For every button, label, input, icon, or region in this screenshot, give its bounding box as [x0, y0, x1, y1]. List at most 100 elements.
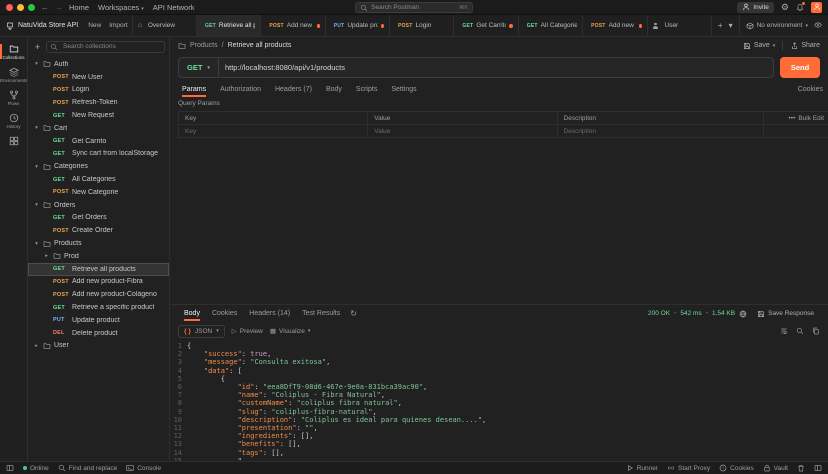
- menu-api-network[interactable]: API Network: [153, 3, 195, 12]
- add-collection-button[interactable]: +: [32, 42, 43, 52]
- param-key-input[interactable]: Key: [179, 125, 369, 137]
- tab-options-chevron-icon[interactable]: ▾: [729, 21, 733, 30]
- wrap-text-icon[interactable]: [780, 322, 788, 340]
- share-button[interactable]: Share: [790, 42, 820, 50]
- online-status[interactable]: Online: [23, 465, 49, 472]
- tree-item[interactable]: DEL Delete product: [28, 327, 169, 340]
- param-value-input[interactable]: Value: [368, 125, 558, 137]
- tree-item[interactable]: User: [28, 340, 169, 353]
- url-input[interactable]: [218, 63, 773, 72]
- collections-search-input[interactable]: [61, 42, 161, 51]
- request-config-tab[interactable]: Settings: [384, 83, 423, 96]
- global-search-input[interactable]: Search Postman ⌘K: [355, 2, 473, 13]
- tree-item[interactable]: Categories: [28, 160, 169, 173]
- vault-button[interactable]: Vault: [763, 464, 788, 472]
- expand-collapse-icon[interactable]: [33, 241, 40, 247]
- expand-collapse-icon[interactable]: [33, 202, 40, 208]
- close-window-button[interactable]: [6, 3, 13, 11]
- response-tab[interactable]: Test Results: [296, 307, 346, 320]
- tree-item[interactable]: Orders: [28, 199, 169, 212]
- rail-item-flows[interactable]: Flows: [0, 86, 27, 109]
- tree-item[interactable]: Auth: [28, 58, 169, 71]
- expand-collapse-icon[interactable]: [43, 253, 50, 259]
- request-tab[interactable]: POST Add new produ: [583, 15, 648, 36]
- invite-button[interactable]: Invite: [737, 1, 774, 13]
- response-format-dropdown[interactable]: { } JSON ▾: [178, 324, 225, 338]
- visualize-button[interactable]: ▦ Visualize ▾: [270, 327, 311, 336]
- copy-body-icon[interactable]: [812, 322, 820, 340]
- tree-item[interactable]: POST New Categorie: [28, 186, 169, 199]
- preview-button[interactable]: ▷ Preview: [232, 327, 263, 336]
- bulk-edit-button[interactable]: ••• Bulk Edit: [764, 112, 828, 124]
- tree-item[interactable]: Prod: [28, 250, 169, 263]
- tree-item[interactable]: GET New Request: [28, 109, 169, 122]
- response-body-code[interactable]: 1{2 "success": true, 3 "message": "Consul…: [170, 340, 828, 461]
- request-tab[interactable]: GET Get Carrito: [454, 15, 519, 36]
- request-config-tab[interactable]: Params: [175, 83, 213, 97]
- tree-item[interactable]: Products: [28, 237, 169, 250]
- notifications-bell-icon[interactable]: [796, 2, 805, 11]
- tree-item[interactable]: Cart: [28, 122, 169, 135]
- response-tab[interactable]: Body: [178, 307, 206, 321]
- tree-item[interactable]: GET Get Carrito: [28, 135, 169, 148]
- workspace-switcher[interactable]: NatuVida Store API: [0, 15, 84, 36]
- rail-item-environments[interactable]: Environments: [0, 63, 27, 86]
- back-icon[interactable]: ←: [41, 3, 49, 12]
- save-response-button[interactable]: Save Response: [751, 309, 820, 319]
- console-button[interactable]: Console: [126, 464, 161, 472]
- request-config-tab[interactable]: Headers (7): [268, 83, 319, 96]
- tree-item[interactable]: GET Sync cart from localStorage: [28, 148, 169, 161]
- params-response-splitter[interactable]: [170, 138, 828, 304]
- request-config-tab[interactable]: Body: [319, 83, 349, 96]
- search-in-body-icon[interactable]: [796, 322, 804, 340]
- request-tab[interactable]: POST Login: [390, 15, 455, 36]
- rail-item-collections[interactable]: Collections: [0, 40, 27, 63]
- response-tab[interactable]: Headers (14): [243, 307, 296, 320]
- request-tab[interactable]: Overview: [133, 15, 197, 36]
- expand-collapse-icon[interactable]: [33, 125, 40, 131]
- expand-collapse-icon[interactable]: [33, 61, 40, 67]
- request-tab[interactable]: GET Retrieve all produ: [196, 15, 262, 36]
- tree-item[interactable]: POST Add new product-Fibra: [28, 276, 169, 289]
- cookies-link[interactable]: Cookies: [798, 86, 823, 93]
- method-select[interactable]: GET ▾: [179, 58, 219, 77]
- tree-item[interactable]: GET Retrieve a specific product: [28, 301, 169, 314]
- import-button[interactable]: Import: [105, 15, 131, 36]
- send-button[interactable]: Send: [780, 57, 820, 78]
- menu-home[interactable]: Home: [69, 3, 89, 12]
- response-tab[interactable]: Cookies: [206, 307, 243, 320]
- request-tab[interactable]: PUT Update produc: [326, 15, 391, 36]
- tree-item[interactable]: POST Add new product-Colágeno: [28, 288, 169, 301]
- runner-button[interactable]: Runner: [626, 464, 658, 472]
- request-config-tab[interactable]: Scripts: [349, 83, 384, 96]
- save-button[interactable]: Save ▾: [743, 42, 775, 50]
- minimize-window-button[interactable]: [17, 3, 24, 11]
- breadcrumb-collection[interactable]: Products: [190, 42, 218, 49]
- menu-workspaces[interactable]: Workspaces ▾: [98, 3, 144, 12]
- maximize-window-button[interactable]: [28, 3, 35, 11]
- request-tab[interactable]: GET All Categories: [519, 15, 584, 36]
- environment-quick-look-icon[interactable]: [814, 17, 822, 35]
- request-tab[interactable]: User: [648, 15, 712, 36]
- start-proxy-button[interactable]: Start Proxy: [667, 464, 710, 472]
- request-config-tab[interactable]: Authorization: [213, 83, 268, 96]
- refresh-response-icon[interactable]: ↻: [350, 309, 357, 318]
- environment-selector[interactable]: No environment ▾: [738, 15, 808, 36]
- tree-item[interactable]: GET Get Orders: [28, 212, 169, 225]
- two-pane-layout-icon[interactable]: [814, 464, 822, 472]
- tree-item[interactable]: POST New User: [28, 71, 169, 84]
- expand-collapse-icon[interactable]: [33, 343, 40, 349]
- sidebar-toggle-icon[interactable]: [6, 464, 14, 472]
- request-tab[interactable]: POST Add new produc: [261, 15, 326, 36]
- forward-icon[interactable]: →: [55, 3, 63, 12]
- tree-item[interactable]: GET All Categories: [28, 173, 169, 186]
- open-new-tab-button[interactable]: +: [718, 21, 723, 30]
- trash-button[interactable]: [797, 464, 805, 472]
- rail-item-more[interactable]: [0, 132, 27, 149]
- tree-item[interactable]: POST Login: [28, 84, 169, 97]
- rail-item-history[interactable]: History: [0, 109, 27, 132]
- tree-item[interactable]: GET Retrieve all products: [28, 262, 169, 276]
- settings-gear-icon[interactable]: ⚙: [781, 2, 789, 12]
- avatar[interactable]: [811, 1, 822, 13]
- cookies-button[interactable]: Cookies: [719, 464, 754, 472]
